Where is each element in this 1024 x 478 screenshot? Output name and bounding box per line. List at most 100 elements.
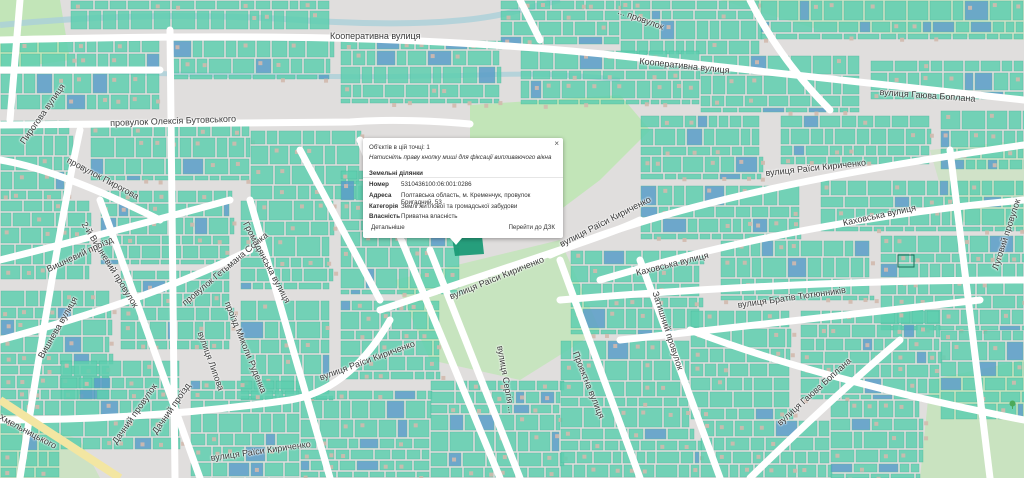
building — [863, 120, 868, 125]
land-parcel — [898, 263, 919, 278]
land-parcel — [340, 400, 351, 419]
land-parcel — [628, 360, 642, 381]
map-canvas[interactable]: Кооперативна вулиця Кооперативна вулиця … — [0, 0, 1024, 478]
land-parcel — [266, 130, 278, 145]
land-parcel — [678, 397, 689, 407]
building — [586, 363, 591, 368]
land-parcel — [835, 226, 859, 232]
land-parcel — [359, 438, 379, 449]
land-parcel — [711, 233, 722, 240]
land-parcel — [430, 452, 448, 467]
land-parcel — [573, 464, 586, 478]
land-parcel — [640, 146, 662, 156]
goto-dzk-link[interactable]: Перейти до ДЗК — [508, 224, 555, 231]
land-parcel — [737, 10, 754, 20]
land-parcel — [605, 0, 615, 10]
building — [64, 363, 69, 368]
land-parcel — [608, 21, 620, 36]
land-parcel — [753, 377, 773, 391]
building — [240, 383, 245, 388]
building — [299, 204, 304, 209]
building — [989, 113, 994, 118]
popup-pointer — [450, 238, 462, 245]
land-parcel — [179, 125, 197, 137]
building — [40, 268, 45, 273]
land-parcel — [677, 233, 699, 240]
building — [884, 239, 889, 244]
land-parcel — [220, 175, 240, 181]
land-parcel — [789, 95, 811, 107]
building — [623, 3, 628, 8]
building — [897, 239, 902, 244]
building — [914, 342, 919, 347]
feature-info-popup[interactable]: × Об'єктів в цій точці: 1 Натисніть прав… — [363, 138, 563, 245]
land-parcel — [126, 175, 141, 181]
land-parcel — [232, 58, 255, 74]
building — [910, 383, 915, 388]
land-parcel — [818, 420, 830, 437]
land-parcel — [94, 0, 109, 10]
popup-hint: Натисніть праву кнопку миші для фіксації… — [369, 154, 552, 161]
land-parcel — [397, 419, 408, 438]
building — [258, 61, 263, 66]
land-parcel — [986, 110, 1008, 130]
building — [329, 453, 334, 458]
building — [477, 408, 482, 413]
land-parcel — [223, 340, 230, 350]
land-parcel — [413, 438, 430, 449]
land-parcel — [273, 236, 296, 257]
building — [588, 4, 593, 9]
building — [76, 77, 81, 82]
land-parcel — [940, 235, 959, 253]
land-parcel — [324, 145, 336, 165]
land-parcel — [1013, 60, 1024, 72]
land-parcel — [702, 173, 719, 180]
land-parcel — [539, 50, 554, 70]
land-parcel — [855, 449, 879, 463]
land-parcel — [293, 200, 314, 221]
land-parcel — [940, 130, 950, 148]
building — [549, 472, 554, 477]
building — [621, 410, 626, 415]
land-parcel — [351, 98, 369, 104]
land-parcel — [268, 200, 293, 221]
land-parcel — [835, 257, 850, 278]
building — [196, 450, 201, 455]
building — [645, 161, 650, 166]
details-link[interactable]: Детальніше — [371, 224, 405, 231]
land-parcel — [211, 125, 231, 137]
building — [534, 435, 539, 440]
building — [565, 431, 570, 436]
building — [645, 385, 650, 390]
land-parcel — [88, 10, 102, 30]
building — [748, 98, 753, 103]
building — [357, 303, 362, 308]
land-parcel — [830, 473, 845, 478]
building — [867, 404, 872, 409]
land-parcel — [104, 336, 110, 353]
land-parcel — [970, 21, 992, 33]
land-parcel — [35, 265, 47, 280]
building — [704, 412, 709, 417]
land-parcel — [426, 400, 432, 419]
building — [344, 184, 349, 189]
land-parcel — [391, 449, 406, 460]
land-parcel — [700, 107, 722, 113]
land-parcel — [830, 418, 851, 431]
building — [898, 355, 903, 360]
land-parcel — [832, 55, 847, 75]
land-parcel — [636, 451, 646, 464]
land-parcel — [722, 107, 738, 113]
building — [158, 442, 163, 447]
land-parcel — [369, 471, 385, 478]
building — [715, 150, 720, 155]
building — [545, 396, 550, 401]
land-parcel — [824, 128, 834, 145]
land-parcel — [584, 250, 603, 265]
land-parcel — [873, 338, 884, 351]
land-parcel — [887, 128, 905, 145]
building — [968, 5, 973, 10]
land-parcel — [543, 36, 554, 45]
land-parcel — [320, 300, 330, 321]
popup-close-button[interactable]: × — [554, 140, 559, 148]
